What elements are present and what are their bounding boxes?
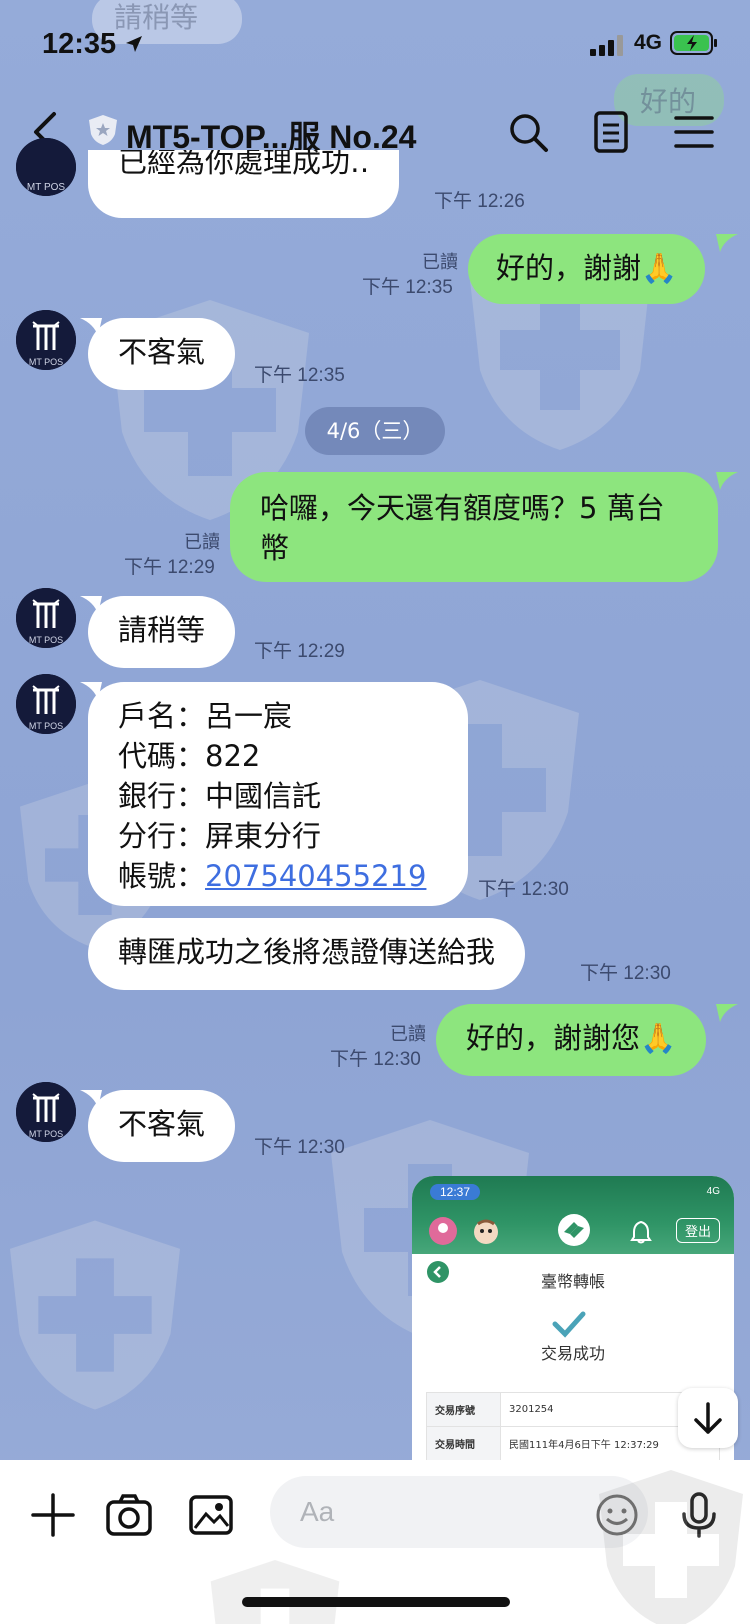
camera-icon[interactable] xyxy=(104,1490,154,1540)
message-text-line: 哈囉，今天還有額度嗎？5 萬台 xyxy=(260,491,665,525)
avatar[interactable]: MT POS xyxy=(16,310,76,370)
message-text: 已經為你處理成功‥ xyxy=(118,150,370,179)
bubble-tail xyxy=(80,682,102,700)
battery-icon xyxy=(670,31,717,55)
timestamp: 下午 12:30 xyxy=(478,879,569,900)
status-bar: 12:35 4G xyxy=(0,0,750,92)
bubble-tail xyxy=(80,1090,102,1108)
account-number-label: 帳號： xyxy=(118,859,206,893)
chat-screen: 請稍等 好的 12:35 4G MT5-TOP...服 No.24 MT POS xyxy=(0,0,750,1624)
scroll-to-bottom-button[interactable] xyxy=(678,1388,738,1448)
image-header: 12:37 4G 登出 xyxy=(412,1176,734,1254)
profile-icon xyxy=(429,1217,457,1245)
watermark-shield xyxy=(10,1220,180,1410)
logout-button: 登出 xyxy=(675,1218,720,1243)
bank-code: 代碼：822 xyxy=(118,739,261,773)
bank-name: 銀行：中國信託 xyxy=(118,779,322,813)
read-receipt: 已讀 xyxy=(184,532,220,553)
svg-text:MT POS: MT POS xyxy=(29,721,63,731)
svg-text:MT POS: MT POS xyxy=(29,357,63,367)
image-network: 4G xyxy=(706,1186,720,1197)
bubble-tail xyxy=(716,1004,738,1022)
message-bubble-incoming[interactable]: 不客氣 xyxy=(88,318,236,390)
message-text: 不客氣 xyxy=(118,335,206,369)
message-text: 轉匯成功之後將憑證傳送給我 xyxy=(118,935,496,969)
account-name: 戶名：呂一宸 xyxy=(118,699,293,733)
timestamp: 下午 12:30 xyxy=(254,1137,345,1158)
avatar[interactable]: MT POS xyxy=(16,588,76,648)
account-number-row: 帳號：207540455219 xyxy=(118,856,438,896)
message-bubble[interactable]: 已經為你處理成功‥ xyxy=(88,150,400,218)
message-text: 不客氣 xyxy=(118,1107,206,1141)
svg-text:MT POS: MT POS xyxy=(27,182,65,193)
svg-text:MT POS: MT POS xyxy=(29,635,63,645)
image-clock: 12:37 xyxy=(430,1184,481,1200)
timestamp: 下午 12:26 xyxy=(434,191,525,212)
clock: 12:35 xyxy=(42,28,117,60)
account-info-bubble[interactable]: 戶名：呂一宸 代碼：822 銀行：中國信託 分行：屏東分行 帳號：2075404… xyxy=(88,682,468,906)
image-status: 交易成功 xyxy=(540,1344,605,1363)
bell-icon xyxy=(630,1220,652,1244)
timestamp: 下午 12:29 xyxy=(254,641,345,662)
transaction-table: 交易序號 3201254 交易時間 民國111年4月6日下午 12:37:29 xyxy=(426,1392,720,1461)
image-icon[interactable] xyxy=(186,1490,236,1540)
message-bubble-outgoing[interactable]: 好的，謝謝您🙏 xyxy=(436,1004,707,1076)
read-receipt: 已讀 xyxy=(422,252,458,273)
message-text: 好的，謝謝🙏 xyxy=(496,251,678,285)
table-key: 交易時間 xyxy=(426,1426,501,1461)
message-bubble-incoming[interactable]: 轉匯成功之後將憑證傳送給我 xyxy=(88,918,526,990)
message-bubble-outgoing[interactable]: 好的，謝謝🙏 xyxy=(468,234,706,304)
arrow-down-icon xyxy=(694,1402,722,1434)
avatar[interactable]: MT POS xyxy=(16,674,76,734)
bubble-tail xyxy=(80,318,102,336)
message-text-line: 幣 xyxy=(260,531,290,565)
timestamp: 下午 12:35 xyxy=(362,277,453,298)
svg-text:MT POS: MT POS xyxy=(29,1129,63,1139)
table-row: 交易序號 3201254 xyxy=(426,1392,720,1427)
group-badge-icon xyxy=(89,115,117,145)
location-arrow-icon xyxy=(126,36,142,52)
image-title: 臺幣轉帳 xyxy=(540,1272,605,1291)
timestamp: 下午 12:30 xyxy=(580,963,671,984)
bubble-tail xyxy=(80,596,102,614)
plus-icon[interactable] xyxy=(28,1490,78,1540)
message-bubble-outgoing[interactable]: 哈囉，今天還有額度嗎？5 萬台 幣 xyxy=(230,472,718,582)
message-bubble-incoming[interactable]: 不客氣 xyxy=(88,1090,236,1162)
watermark-shield xyxy=(596,1470,746,1624)
message-bubble-incoming[interactable]: 請稍等 xyxy=(88,596,236,668)
account-number-link[interactable]: 207540455219 xyxy=(205,859,426,893)
watermark-shield xyxy=(210,1560,340,1624)
timestamp: 下午 12:30 xyxy=(330,1049,421,1070)
notes-icon[interactable] xyxy=(587,108,635,156)
bubble-tail xyxy=(716,472,738,490)
mascot-icon xyxy=(474,1219,498,1244)
read-receipt: 已讀 xyxy=(390,1024,426,1045)
message-text: 好的，謝謝您🙏 xyxy=(466,1021,677,1055)
message-text: 請稍等 xyxy=(118,613,206,647)
date-divider: 4/6（三） xyxy=(305,407,445,455)
timestamp: 下午 12:35 xyxy=(254,365,345,386)
check-icon xyxy=(552,1311,586,1338)
bubble-tail xyxy=(716,234,738,252)
menu-icon[interactable] xyxy=(670,108,718,156)
timestamp: 下午 12:29 xyxy=(124,557,215,578)
search-icon[interactable] xyxy=(504,108,552,156)
network-label: 4G xyxy=(634,31,663,54)
avatar[interactable]: MT POS xyxy=(16,1082,76,1142)
home-indicator[interactable] xyxy=(242,1597,510,1607)
bank-logo-icon xyxy=(558,1214,590,1246)
table-key: 交易序號 xyxy=(426,1392,501,1427)
signal-icon xyxy=(590,35,623,56)
branch-name: 分行：屏東分行 xyxy=(118,819,322,853)
table-row: 交易時間 民國111年4月6日下午 12:37:29 xyxy=(426,1426,720,1461)
avatar[interactable]: MT POS xyxy=(16,138,76,196)
